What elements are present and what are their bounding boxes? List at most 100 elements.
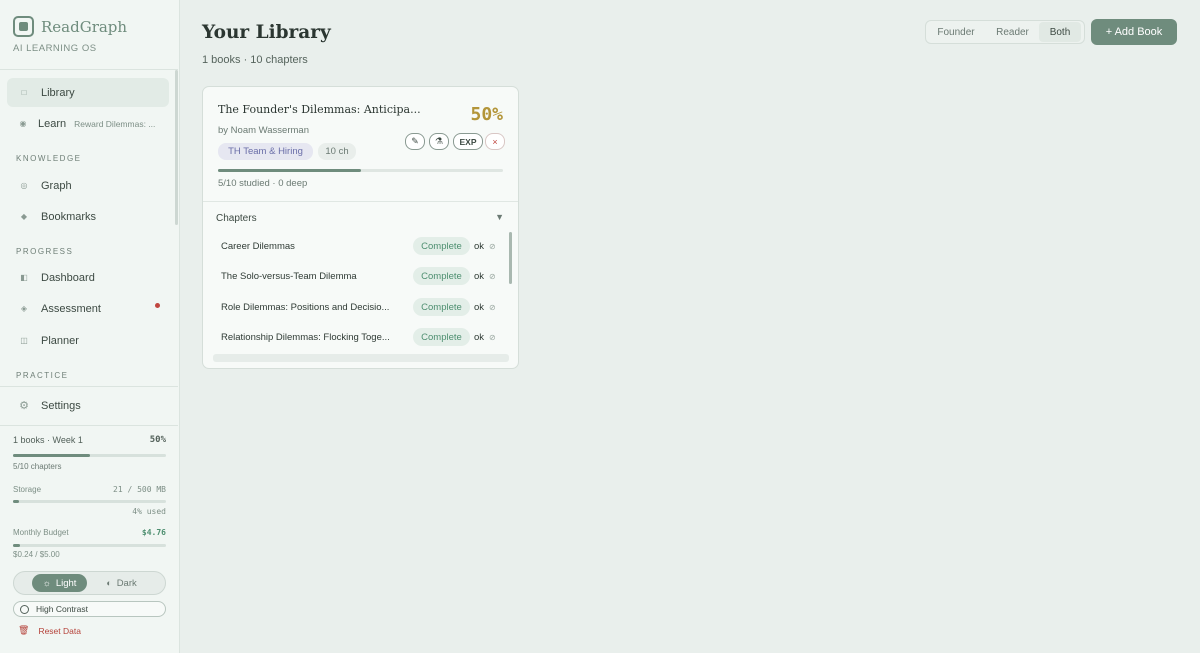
edit-button[interactable]: ✎ <box>405 133 425 150</box>
storage-bar-fill <box>13 500 20 503</box>
divider <box>0 386 178 387</box>
status-badge: Complete <box>413 328 470 346</box>
sidebar-item-label: Graph <box>41 179 72 192</box>
sidebar: ReadGraph AI LEARNING OS □ Library ◉ Lea… <box>0 0 180 653</box>
chapter-name: The Solo-versus-Team Dilemma <box>221 270 357 282</box>
book-study-meta: 5/10 studied · 0 deep <box>218 178 308 189</box>
chapters-summary: 5/10 chapters <box>13 462 166 471</box>
sidebar-item-library[interactable]: □ Library <box>7 78 169 107</box>
book-progress-bar <box>218 169 503 172</box>
chapters-horizontal-scrollbar[interactable] <box>213 354 509 362</box>
check-circle-icon: ⊘ <box>489 271 496 281</box>
sidebar-item-label: Planner <box>41 334 79 347</box>
budget-bar-fill <box>13 544 21 547</box>
app-name: ReadGraph <box>41 17 128 36</box>
chapters-count: 5/10 chapters <box>13 462 62 471</box>
chapter-ok: ok <box>474 331 485 343</box>
chapter-name: Relationship Dilemmas: Flocking Toge... <box>221 331 390 343</box>
study-summary: 1 books · Week 1 50% <box>13 435 166 445</box>
filter-both[interactable]: Both <box>1039 22 1081 42</box>
divider <box>0 425 178 426</box>
sidebar-item-settings[interactable]: ⚙ Settings <box>7 391 169 420</box>
high-contrast-button[interactable]: High Contrast <box>13 601 166 617</box>
trash-icon: 🗑 <box>18 625 30 635</box>
sun-icon: ☼ <box>42 578 51 588</box>
sidebar-item-assessment[interactable]: ◈ Assessment <box>7 294 169 323</box>
storage-bar <box>13 500 166 503</box>
budget-label: Monthly Budget <box>13 528 69 537</box>
dashboard-icon: ◧ <box>20 273 28 282</box>
filter-reader[interactable]: Reader <box>986 22 1039 42</box>
reset-data-button[interactable]: 🗑 Reset Data <box>18 625 81 636</box>
chapter-ok: ok <box>474 240 485 252</box>
section-heading-knowledge: KNOWLEDGE <box>16 154 82 163</box>
budget-value: $4.76 <box>141 528 166 537</box>
budget-bar <box>13 544 166 547</box>
list-item[interactable]: Role Dilemmas: Positions and Decisio... … <box>221 297 511 317</box>
book-author: by Noam Wasserman <box>218 125 309 136</box>
budget-spent-row: $0.24 / $5.00 <box>13 550 166 559</box>
page-title: Your Library <box>202 22 331 43</box>
theme-light-button[interactable]: ☼ Light <box>32 574 87 592</box>
reset-data-label: Reset Data <box>38 625 81 636</box>
storage-used: 4% used <box>132 507 166 516</box>
sidebar-item-label: Dashboard <box>41 271 95 284</box>
filter-founder[interactable]: Founder <box>926 22 986 42</box>
square-icon: □ <box>21 88 27 97</box>
divider <box>0 69 178 70</box>
chapters-scrollbar[interactable] <box>509 232 512 284</box>
theme-toggle: ☼ Light ◐ Dark <box>13 571 166 595</box>
diamond-icon: ◆ <box>20 212 28 221</box>
chapters-heading: Chapters <box>216 213 257 224</box>
sidebar-item-planner[interactable]: ◫ Planner <box>7 326 169 355</box>
list-item[interactable]: Career Dilemmas Complete ok ⊘ <box>221 236 511 256</box>
chapter-ok: ok <box>474 270 485 282</box>
chevron-down-icon[interactable]: ▼ <box>495 212 504 222</box>
budget-row: Monthly Budget $4.76 <box>13 528 166 537</box>
add-book-button[interactable]: + Add Book <box>1091 19 1177 45</box>
storage-value: 21 / 500 MB <box>113 485 166 494</box>
check-circle-icon: ⊘ <box>489 332 496 342</box>
graph-icon: ◎ <box>20 181 28 190</box>
check-circle-icon: ⊘ <box>489 241 496 251</box>
book-title[interactable]: The Founder's Dilemmas: Anticipa... <box>218 103 421 116</box>
study-progress-bar <box>13 454 166 457</box>
circle-dot-icon: ◉ <box>19 119 27 128</box>
list-item[interactable]: Relationship Dilemmas: Flocking Toge... … <box>221 327 511 347</box>
gear-icon: ⚙ <box>19 400 29 412</box>
book-card: The Founder's Dilemmas: Anticipa... 50% … <box>202 86 519 369</box>
book-percent: 50% <box>470 104 503 125</box>
storage-row: Storage 21 / 500 MB <box>13 485 166 494</box>
mode-filter: Founder Reader Both <box>925 20 1085 44</box>
diamond-icon: ◈ <box>20 304 28 313</box>
microscope-icon: ⚗ <box>434 136 444 146</box>
chapter-name: Role Dilemmas: Positions and Decisio... <box>221 301 390 313</box>
sidebar-scrollbar[interactable] <box>175 70 178 225</box>
list-item[interactable]: The Solo-versus-Team Dilemma Complete ok… <box>221 266 511 286</box>
sidebar-item-label: Library <box>41 86 75 99</box>
study-button[interactable]: ⚗ <box>429 133 449 150</box>
storage-used-row: 4% used <box>13 507 166 516</box>
brand[interactable]: ReadGraph <box>13 16 127 37</box>
sidebar-item-bookmarks[interactable]: ◆ Bookmarks <box>7 202 169 231</box>
theme-dark-label: Dark <box>116 577 137 589</box>
sidebar-item-learn[interactable]: ◉ Learn Reward Dilemmas: ... <box>7 109 169 138</box>
status-badge: Complete <box>413 267 470 285</box>
theme-light-label: Light <box>55 577 77 589</box>
contrast-icon <box>20 604 29 614</box>
chapter-name: Career Dilemmas <box>221 240 295 252</box>
theme-dark-button[interactable]: ◐ Dark <box>94 574 149 592</box>
sidebar-item-dashboard[interactable]: ◧ Dashboard <box>7 263 169 292</box>
storage-label: Storage <box>13 485 42 494</box>
logo-icon <box>13 16 34 37</box>
status-badge: Complete <box>413 298 470 316</box>
export-button[interactable]: EXP <box>453 133 483 150</box>
chapter-count-chip: 10 ch <box>318 143 356 160</box>
delete-button[interactable]: × <box>485 133 505 150</box>
learn-current-chapter: Reward Dilemmas: ... <box>74 118 156 129</box>
divider <box>203 201 518 202</box>
sidebar-item-label: Settings <box>41 399 81 412</box>
section-heading-progress: PROGRESS <box>16 247 74 256</box>
page-subtitle: 1 books · 10 chapters <box>202 54 308 66</box>
sidebar-item-graph[interactable]: ◎ Graph <box>7 171 169 200</box>
